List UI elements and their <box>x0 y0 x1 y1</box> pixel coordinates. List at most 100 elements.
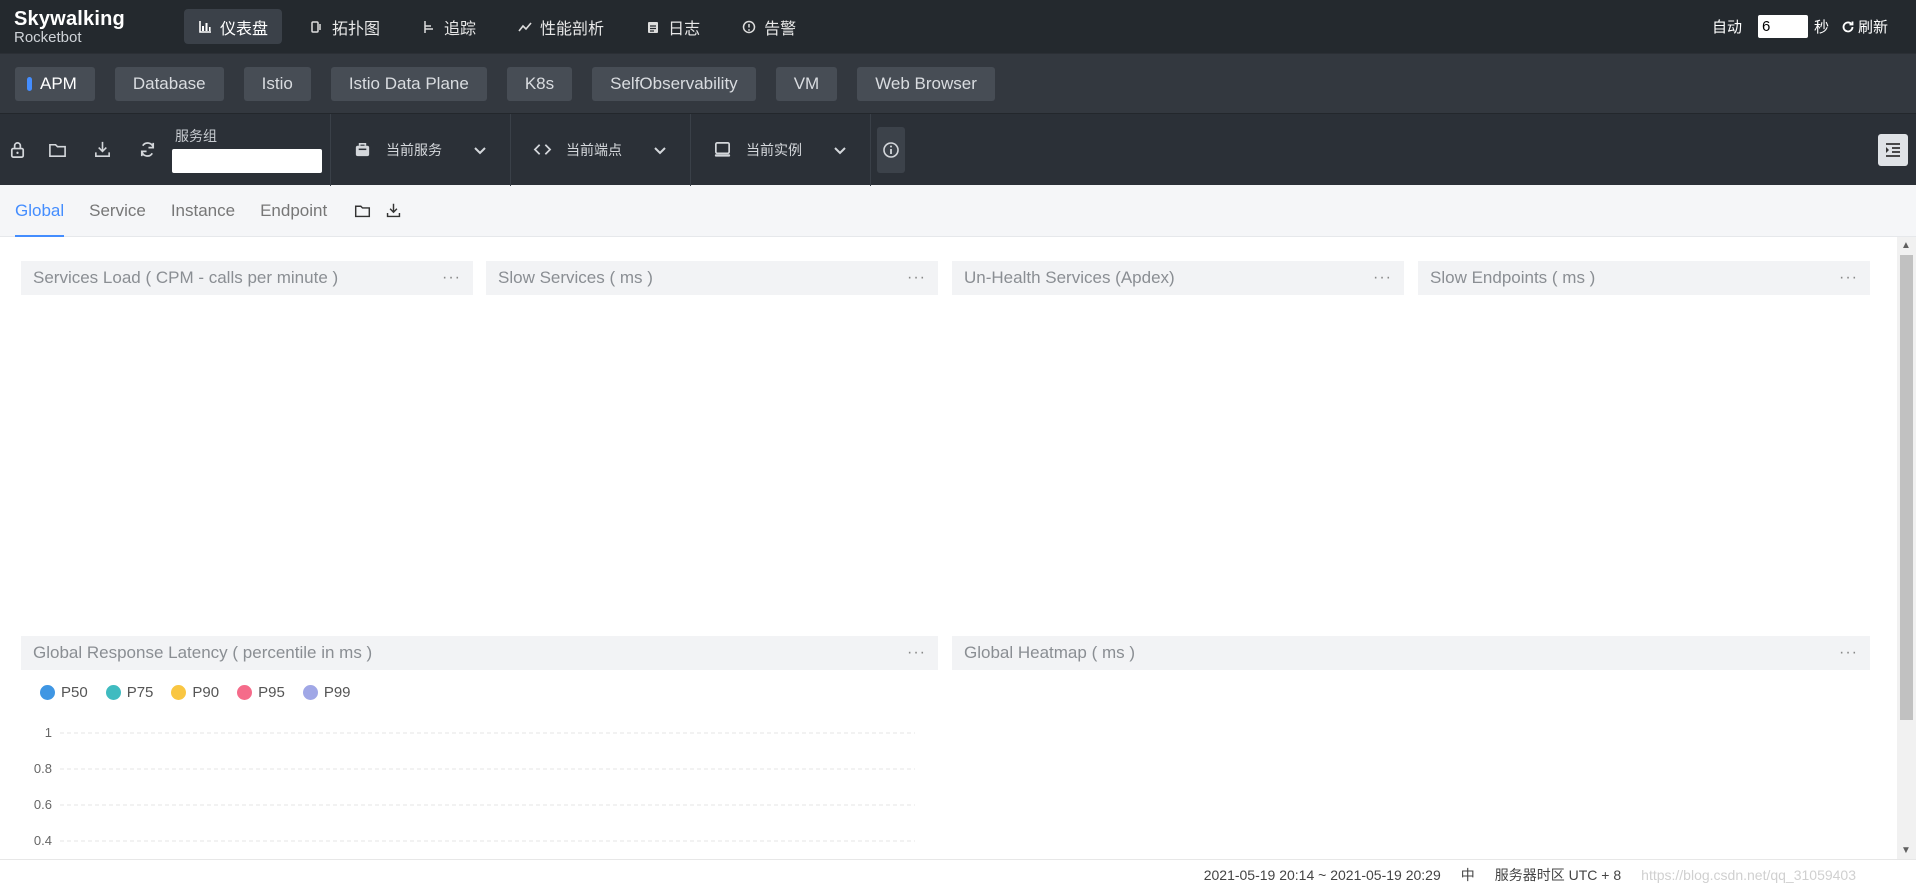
legend-p99[interactable]: P99 <box>302 684 351 701</box>
log-icon <box>646 20 660 34</box>
tab-service[interactable]: Service <box>89 185 146 236</box>
more-icon[interactable]: ··· <box>1839 644 1858 662</box>
import-button[interactable] <box>35 114 80 186</box>
nav-dashboard[interactable]: 仪表盘 <box>184 9 283 44</box>
panel-title: Un-Health Services (Apdex) <box>964 268 1175 287</box>
legend-label: P50 <box>61 684 88 701</box>
dashboard-toolbar: 服务组 当前服务 当前端点 当前实例 <box>0 113 1916 186</box>
layer-web-browser[interactable]: Web Browser <box>857 66 995 101</box>
page-scrollbar[interactable]: ▲ ▼ <box>1897 237 1916 859</box>
nav-alarm[interactable]: 告警 <box>728 9 810 44</box>
dashboard-tabs: Global Service Instance Endpoint <box>0 185 1916 237</box>
panel-global-response-latency: Global Response Latency ( percentile in … <box>21 636 938 670</box>
scroll-down-arrow[interactable]: ▼ <box>1901 845 1911 856</box>
layer-istio[interactable]: Istio <box>243 66 311 101</box>
layer-vm[interactable]: VM <box>775 66 838 101</box>
info-button[interactable] <box>877 126 905 173</box>
chevron-down-icon <box>474 146 486 154</box>
tab-endpoint[interactable]: Endpoint <box>260 185 327 236</box>
layer-bar: APM Database Istio Istio Data Plane K8s … <box>0 53 1916 113</box>
export-button[interactable] <box>80 114 125 186</box>
active-indicator <box>27 76 32 91</box>
toggle-sidebar-button[interactable] <box>1878 133 1908 166</box>
sync-icon <box>140 142 155 157</box>
panel-unhealth-services: Un-Health Services (Apdex) ··· <box>952 261 1404 295</box>
service-group-label: 服务组 <box>175 128 217 144</box>
layer-k8s[interactable]: K8s <box>506 66 573 101</box>
service-icon <box>355 142 370 157</box>
nav-profiling[interactable]: 性能剖析 <box>504 9 618 44</box>
layer-istio-data-plane[interactable]: Istio Data Plane <box>330 66 487 101</box>
nav-trace[interactable]: 追踪 <box>408 9 490 44</box>
chevron-down-icon <box>834 146 846 154</box>
tab-global[interactable]: Global <box>15 185 65 237</box>
footer: 2021-05-19 20:14 ~ 2021-05-19 20:29 中 服务… <box>0 859 1916 890</box>
layer-selfobservability[interactable]: SelfObservability <box>592 66 756 101</box>
panel-title: Global Response Latency ( percentile in … <box>33 643 373 662</box>
legend-p50[interactable]: P50 <box>40 684 88 701</box>
main-nav: 仪表盘 拓扑图 追踪 性能剖析 日志 告警 <box>184 9 810 44</box>
refresh-button[interactable]: 刷新 <box>1841 16 1888 37</box>
legend-label: P99 <box>323 684 351 701</box>
nav-label: 仪表盘 <box>220 20 269 38</box>
y-tick-label: 1 <box>45 725 52 740</box>
service-group-filter: 服务组 <box>170 113 331 186</box>
panel-services-load: Services Load ( CPM - calls per minute )… <box>21 261 473 295</box>
folder-icon[interactable] <box>354 202 371 219</box>
legend-marker <box>302 685 318 700</box>
topology-icon <box>310 20 324 34</box>
current-instance-selector[interactable]: 当前实例 <box>691 113 871 186</box>
alarm-icon <box>742 20 756 34</box>
panel-title: Slow Services ( ms ) <box>498 268 653 287</box>
legend-p95[interactable]: P95 <box>237 684 285 701</box>
tab-tools <box>354 185 402 236</box>
nav-label: 日志 <box>668 20 701 38</box>
lock-button[interactable] <box>0 114 35 186</box>
top-navbar: Skywalking Rocketbot 仪表盘 拓扑图 追踪 性能剖析 日志 … <box>0 0 1916 53</box>
y-tick-label: 0.6 <box>34 797 52 812</box>
legend-marker <box>105 685 121 700</box>
logo-title: Skywalking <box>14 7 125 30</box>
folder-icon <box>49 143 66 157</box>
nav-log[interactable]: 日志 <box>632 9 714 44</box>
legend-label: P90 <box>192 684 220 701</box>
more-icon[interactable]: ··· <box>442 269 461 287</box>
legend-p75[interactable]: P75 <box>105 684 153 701</box>
lock-icon <box>10 142 25 158</box>
panel-global-heatmap: Global Heatmap ( ms ) ··· <box>952 636 1870 670</box>
bar-chart-icon <box>198 20 212 34</box>
indent-icon <box>1886 142 1900 157</box>
logo[interactable]: Skywalking Rocketbot <box>14 9 164 45</box>
more-icon[interactable]: ··· <box>907 644 926 662</box>
nav-label: 拓扑图 <box>332 20 381 38</box>
nav-topology[interactable]: 拓扑图 <box>296 9 394 44</box>
layer-apm[interactable]: APM <box>15 66 95 101</box>
tab-instance[interactable]: Instance <box>171 185 235 236</box>
legend-marker <box>237 685 253 700</box>
scrollbar-thumb[interactable] <box>1900 255 1913 720</box>
code-icon <box>533 144 552 155</box>
download-icon[interactable] <box>385 202 402 219</box>
legend-label: P95 <box>258 684 285 701</box>
panel-title: Slow Endpoints ( ms ) <box>1430 268 1596 287</box>
more-icon[interactable]: ··· <box>907 269 926 287</box>
auto-refresh-interval-input[interactable] <box>1757 15 1808 38</box>
layer-database[interactable]: Database <box>114 66 224 101</box>
current-service-selector[interactable]: 当前服务 <box>331 113 511 186</box>
legend-p90[interactable]: P90 <box>171 684 219 701</box>
server-timezone: 服务器时区 UTC + 8 <box>1494 867 1622 883</box>
more-icon[interactable]: ··· <box>1839 269 1858 287</box>
language-toggle[interactable]: 中 <box>1461 865 1475 885</box>
scroll-up-arrow[interactable]: ▲ <box>1901 240 1911 251</box>
latency-chart: 1 0.8 0.6 0.4 <box>34 725 915 848</box>
more-icon[interactable]: ··· <box>1373 269 1392 287</box>
service-group-input[interactable] <box>172 149 322 173</box>
chevron-down-icon <box>654 146 666 154</box>
current-service-label: 当前服务 <box>386 141 442 158</box>
time-range[interactable]: 2021-05-19 20:14 ~ 2021-05-19 20:29 <box>1204 867 1441 883</box>
logo-subtitle: Rocketbot <box>14 28 82 46</box>
dashboard-content: Services Load ( CPM - calls per minute )… <box>0 237 1897 859</box>
panel-title: Global Heatmap ( ms ) <box>964 643 1135 662</box>
reload-button[interactable] <box>125 114 170 186</box>
current-endpoint-selector[interactable]: 当前端点 <box>511 113 691 186</box>
